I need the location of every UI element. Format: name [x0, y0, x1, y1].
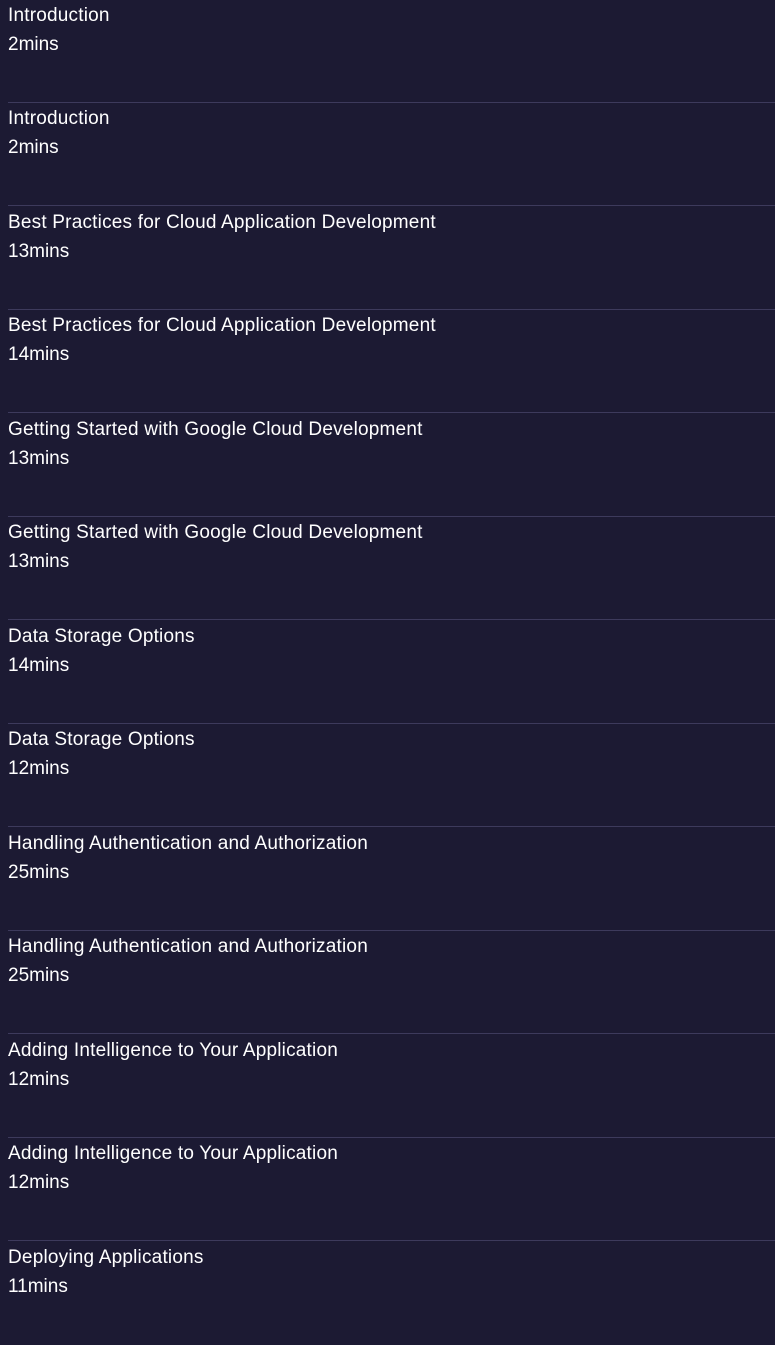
module-title: Handling Authentication and Authorizatio…	[8, 936, 368, 957]
module-duration: 13mins	[8, 551, 70, 572]
module-item[interactable]: Handling Authentication and Authorizatio…	[8, 828, 775, 931]
module-duration: 12mins	[8, 1172, 70, 1193]
module-title: Introduction	[8, 108, 110, 129]
module-item[interactable]: Data Storage Options 12mins	[8, 724, 775, 827]
module-duration: 13mins	[8, 241, 70, 262]
module-title: Introduction	[8, 5, 110, 26]
module-title: Getting Started with Google Cloud Develo…	[8, 522, 423, 543]
module-item[interactable]: Adding Intelligence to Your Application …	[8, 1035, 775, 1138]
module-item[interactable]: Handling Authentication and Authorizatio…	[8, 931, 775, 1034]
module-title: Deploying Applications	[8, 1247, 204, 1268]
module-duration: 13mins	[8, 448, 70, 469]
module-title: Adding Intelligence to Your Application	[8, 1143, 338, 1164]
module-item[interactable]: Deploying Applications 11mins	[8, 1242, 775, 1345]
course-module-list: Introduction 2mins Introduction 2mins Be…	[0, 0, 775, 1320]
module-item[interactable]: Getting Started with Google Cloud Develo…	[8, 517, 775, 620]
module-title: Data Storage Options	[8, 626, 195, 647]
module-title: Best Practices for Cloud Application Dev…	[8, 212, 436, 233]
module-item[interactable]: Getting Started with Google Cloud Develo…	[8, 414, 775, 517]
module-title: Handling Authentication and Authorizatio…	[8, 833, 368, 854]
module-title: Data Storage Options	[8, 729, 195, 750]
module-title: Adding Intelligence to Your Application	[8, 1040, 338, 1061]
module-title: Best Practices for Cloud Application Dev…	[8, 315, 436, 336]
module-item[interactable]: Best Practices for Cloud Application Dev…	[8, 207, 775, 310]
module-item[interactable]: Best Practices for Cloud Application Dev…	[8, 310, 775, 413]
module-duration: 14mins	[8, 344, 70, 365]
module-duration: 14mins	[8, 655, 70, 676]
module-duration: 2mins	[8, 34, 59, 55]
module-duration: 25mins	[8, 965, 70, 986]
module-duration: 12mins	[8, 1069, 70, 1090]
module-title: Getting Started with Google Cloud Develo…	[8, 419, 423, 440]
module-item[interactable]: Introduction 2mins	[8, 103, 775, 206]
module-duration: 11mins	[8, 1276, 68, 1297]
module-duration: 25mins	[8, 862, 70, 883]
module-duration: 2mins	[8, 137, 59, 158]
module-item[interactable]: Adding Intelligence to Your Application …	[8, 1138, 775, 1241]
module-duration: 12mins	[8, 758, 70, 779]
module-item[interactable]: Introduction 2mins	[8, 0, 775, 103]
module-item[interactable]: Data Storage Options 14mins	[8, 621, 775, 724]
